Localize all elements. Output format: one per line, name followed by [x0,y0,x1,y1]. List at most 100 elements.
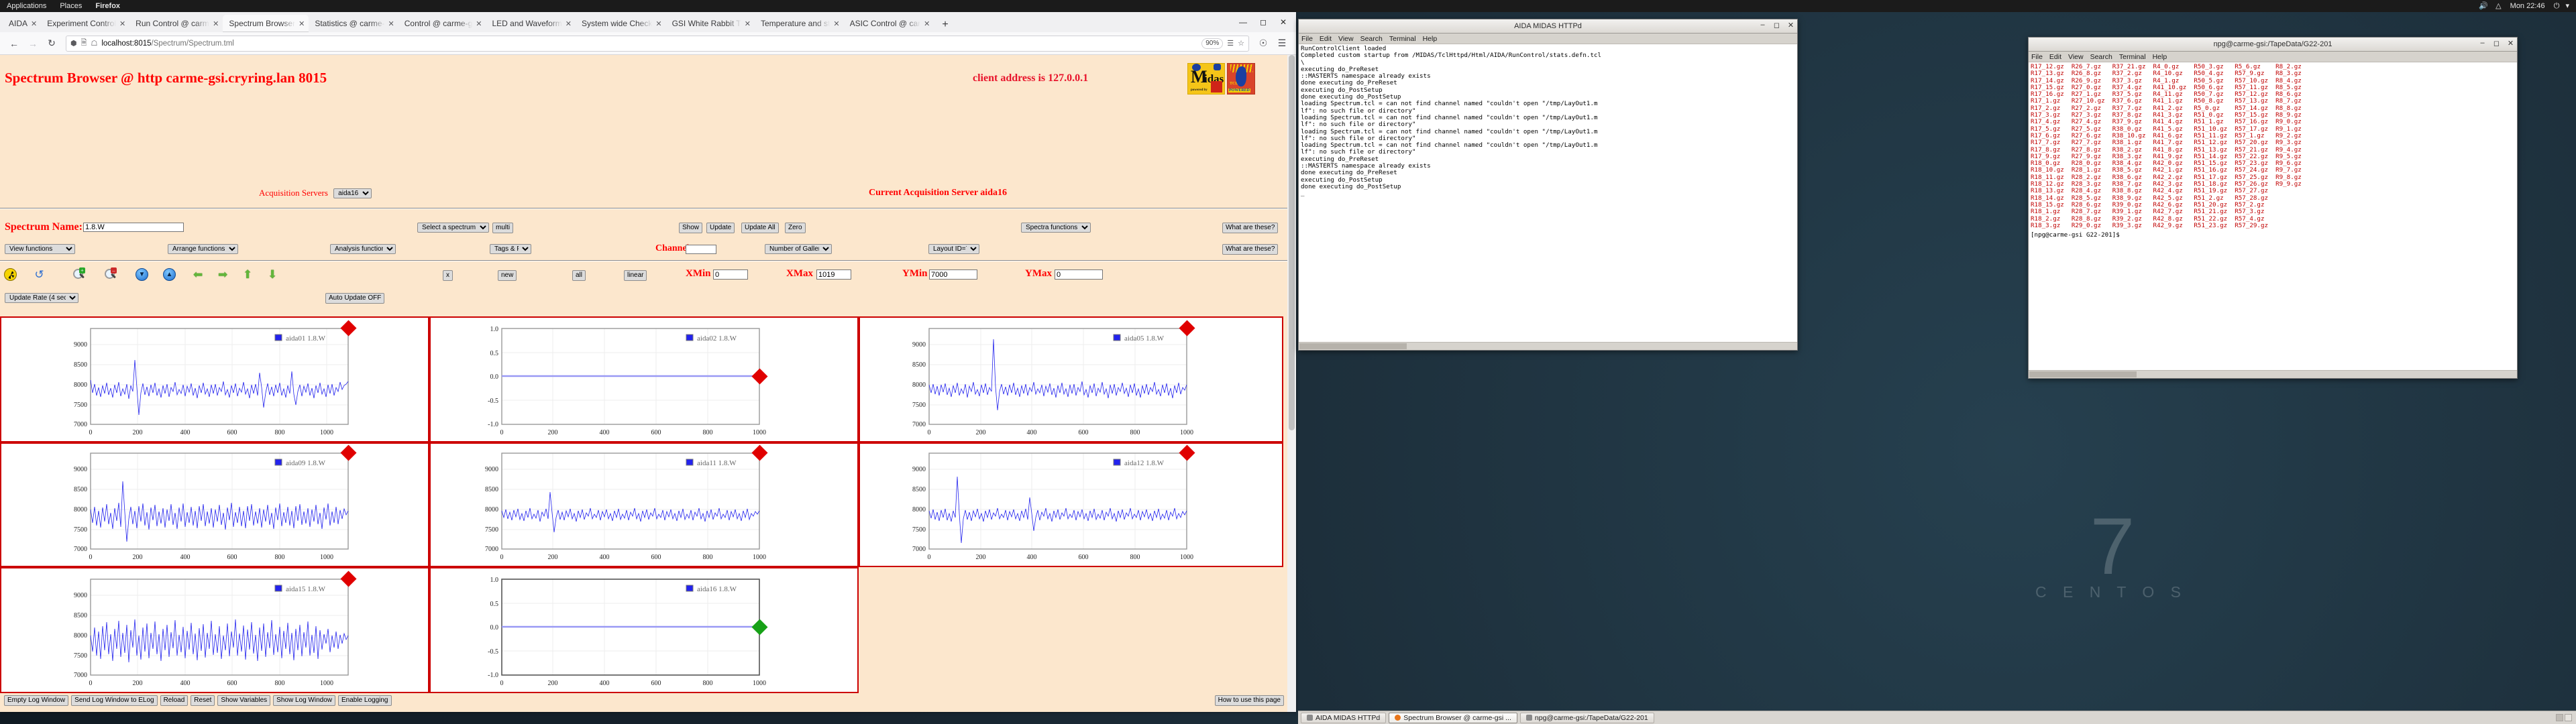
chevron-down-icon[interactable]: ▾ [2565,1,2569,10]
taskbar-button-spectrum-browser[interactable]: Spectrum Browser @ carme-gsi ... [1389,712,1517,723]
auto-update-toggle[interactable]: Auto Update OFF [325,293,385,304]
menu-file[interactable]: File [1301,35,1313,43]
scrollbar-thumb[interactable] [2029,371,2137,377]
browser-tab-led-and-waveform[interactable]: LED and Waveform ✕ [486,15,576,32]
browser-tab-gsi-white-rabbit[interactable]: GSI White Rabbit T ✕ [666,15,755,32]
plot-panel-aida15[interactable]: 9000 8500 8000 7500 7000 0 200 400 600 800 100… [0,567,429,693]
plot-panel-aida05[interactable]: 9000 8500 8000 7500 7000 0 200 400 600 800 100… [859,316,1283,442]
panel-active-app[interactable]: Firefox [89,2,127,10]
menu-file[interactable]: File [2031,53,2043,61]
star-icon[interactable]: ☆ [1238,39,1244,48]
taskbar-workspace-switcher[interactable] [2556,714,2576,721]
taskbar-button-midas[interactable]: AIDA MIDAS HTTPd [1301,712,1387,723]
send-log-window-to-elog-button[interactable]: Send Log Window to ELog [71,695,158,706]
workspace-pager[interactable] [2556,714,2572,721]
maximize-icon[interactable]: ◻ [1253,15,1273,29]
terminal-hscrollbar[interactable] [1299,342,1797,350]
ymax-input[interactable] [1055,269,1103,280]
menu-terminal[interactable]: Terminal [2119,53,2146,61]
reset-button[interactable]: Reset [191,695,215,706]
number-of-galleries-dropdown[interactable]: Number of Galleries [765,244,832,254]
window-titlebar[interactable]: AIDA MIDAS HTTPd – ◻ ✕ [1299,19,1797,34]
close-icon[interactable]: ✕ [566,19,572,28]
close-icon[interactable]: ✕ [833,19,839,28]
plot-panel-aida02[interactable]: 1.0 0.5 0.0 -0.5 -1.0 0 200 400 600 800 1000 [429,316,859,442]
channel-input[interactable] [686,245,716,254]
close-icon[interactable]: ✕ [2506,39,2515,48]
new-tab-button[interactable]: + [934,19,956,32]
new-button[interactable]: new [498,270,517,281]
terminal-hscrollbar[interactable] [2029,370,2517,378]
layout-id-dropdown[interactable]: Layout ID=7 [928,244,979,254]
menu-search[interactable]: Search [1360,35,1383,43]
menu-help[interactable]: Help [2153,53,2167,61]
arrange-functions-dropdown[interactable]: Arrange functions [168,244,238,254]
scrollbar-thumb[interactable] [1289,55,1295,430]
browser-tab-temperature[interactable]: Temperature and st ✕ [755,15,844,32]
browser-tab-spectrum-browser[interactable]: Spectrum Browser ✕ [223,15,309,32]
plot-aida02[interactable]: 1.0 0.5 0.0 -0.5 -1.0 0 200 400 600 800 1000 [431,318,857,441]
what-are-these-button-2[interactable]: What are these? [1222,244,1279,255]
reload-icon[interactable]: ↻ [43,35,60,52]
minimize-icon[interactable]: – [2478,39,2487,48]
close-icon[interactable]: ✕ [213,19,219,28]
panel-applications-menu[interactable]: Applications [0,2,53,10]
ymin-input[interactable] [929,269,977,280]
select-spectrum-dropdown[interactable]: Select a spectrum [417,223,489,233]
plot-panel-aida01[interactable]: 9000 8500 8000 7500 7000 0 200 400 600 800 100… [0,316,429,442]
browser-tab-experiment-control[interactable]: Experiment Control ✕ [41,15,129,32]
zoom-level-badge[interactable]: 90% [1201,38,1224,49]
all-button[interactable]: all [572,270,586,281]
plot-aida09[interactable]: 9000 8500 8000 7500 7000 0 200 400 600 800 100… [1,444,428,566]
browser-tab-control[interactable]: Control @ carme-g ✕ [398,15,486,32]
reload-button[interactable]: Reload [160,695,189,706]
close-icon[interactable]: ✕ [745,19,751,28]
update-button[interactable]: Update [706,223,735,233]
back-icon[interactable]: ← [5,35,23,52]
workspace-2[interactable] [2565,714,2572,721]
update-rate-dropdown[interactable]: Update Rate (4 secs) [5,293,78,303]
window-titlebar[interactable]: npg@carme-gsi:/TapeData/G22-201 – ◻ ✕ [2029,38,2517,52]
browser-tab-system-wide-check[interactable]: System wide Check ✕ [576,15,666,32]
panel-status-area[interactable]: 🔊 △ Mon 22:46 ⏻ ▾ [2472,1,2576,11]
enable-logging-button[interactable]: Enable Logging [337,695,392,706]
browser-tab-statistics[interactable]: Statistics @ carme- ✕ [309,15,398,32]
minimize-icon[interactable]: – [1758,21,1767,29]
shrink-vertical-icon[interactable]: ▲ [163,268,176,281]
url-bar[interactable]: ⬢ 🗎 ☖ localhost:8015/Spectrum/Spectrum.t… [66,35,1249,52]
arrow-right-icon[interactable]: ➡ [218,268,231,281]
what-are-these-button-1[interactable]: What are these? [1222,223,1279,233]
forward-icon[interactable]: → [24,35,42,52]
browser-tab-aida[interactable]: AIDA ✕ [3,15,41,32]
close-icon[interactable]: ✕ [299,19,305,28]
how-to-use-this-page-button[interactable]: How to use this page [1214,695,1284,706]
zoom-out-icon[interactable]: – [104,267,117,281]
panel-places-menu[interactable]: Places [53,2,89,10]
update-all-button[interactable]: Update All [741,223,779,233]
spectrum-name-input[interactable] [83,223,184,232]
menu-terminal[interactable]: Terminal [1389,35,1416,43]
plot-aida16[interactable]: 1.0 0.5 0.0 -0.5 -1.0 0 200 400 600 800 1000 [431,568,857,692]
plot-aida15[interactable]: 9000 8500 8000 7500 7000 0 200 400 600 800 100… [1,568,428,692]
show-log-window-button[interactable]: Show Log Window [273,695,335,706]
zero-button[interactable]: Zero [785,223,806,233]
reader-view-icon[interactable]: ☰ [1227,39,1234,48]
gnome-top-panel[interactable]: Applications Places Firefox 🔊 △ Mon 22:4… [0,0,2576,12]
plot-aida11[interactable]: 9000 8500 8000 7500 7000 0 200 400 600 800 100… [431,444,857,566]
menu-edit[interactable]: Edit [2049,53,2061,61]
arrow-up-icon[interactable]: ⬆ [243,268,256,281]
show-variables-button[interactable]: Show Variables [217,695,271,706]
tags-and-fits-dropdown[interactable]: Tags & Fits [490,244,531,254]
spectra-functions-dropdown[interactable]: Spectra functions [1021,223,1091,233]
plot-panel-aida09[interactable]: 9000 8500 8000 7500 7000 0 200 400 600 800 100… [0,442,429,567]
plot-aida05[interactable]: 9000 8500 8000 7500 7000 0 200 400 600 800 100… [860,318,1282,441]
refresh-icon[interactable]: ↺ [33,268,46,281]
permissions-icon[interactable]: ☖ [91,39,97,48]
close-icon[interactable]: ✕ [1786,21,1795,29]
browser-tab-run-control[interactable]: Run Control @ carme ✕ [129,15,223,32]
close-icon[interactable]: ✕ [388,19,394,28]
show-button[interactable]: Show [679,223,703,233]
maximize-icon[interactable]: ◻ [2492,39,2501,48]
browser-tab-asic-control[interactable]: ASIC Control @ car ✕ [844,15,934,32]
close-icon[interactable]: ✕ [119,19,125,28]
